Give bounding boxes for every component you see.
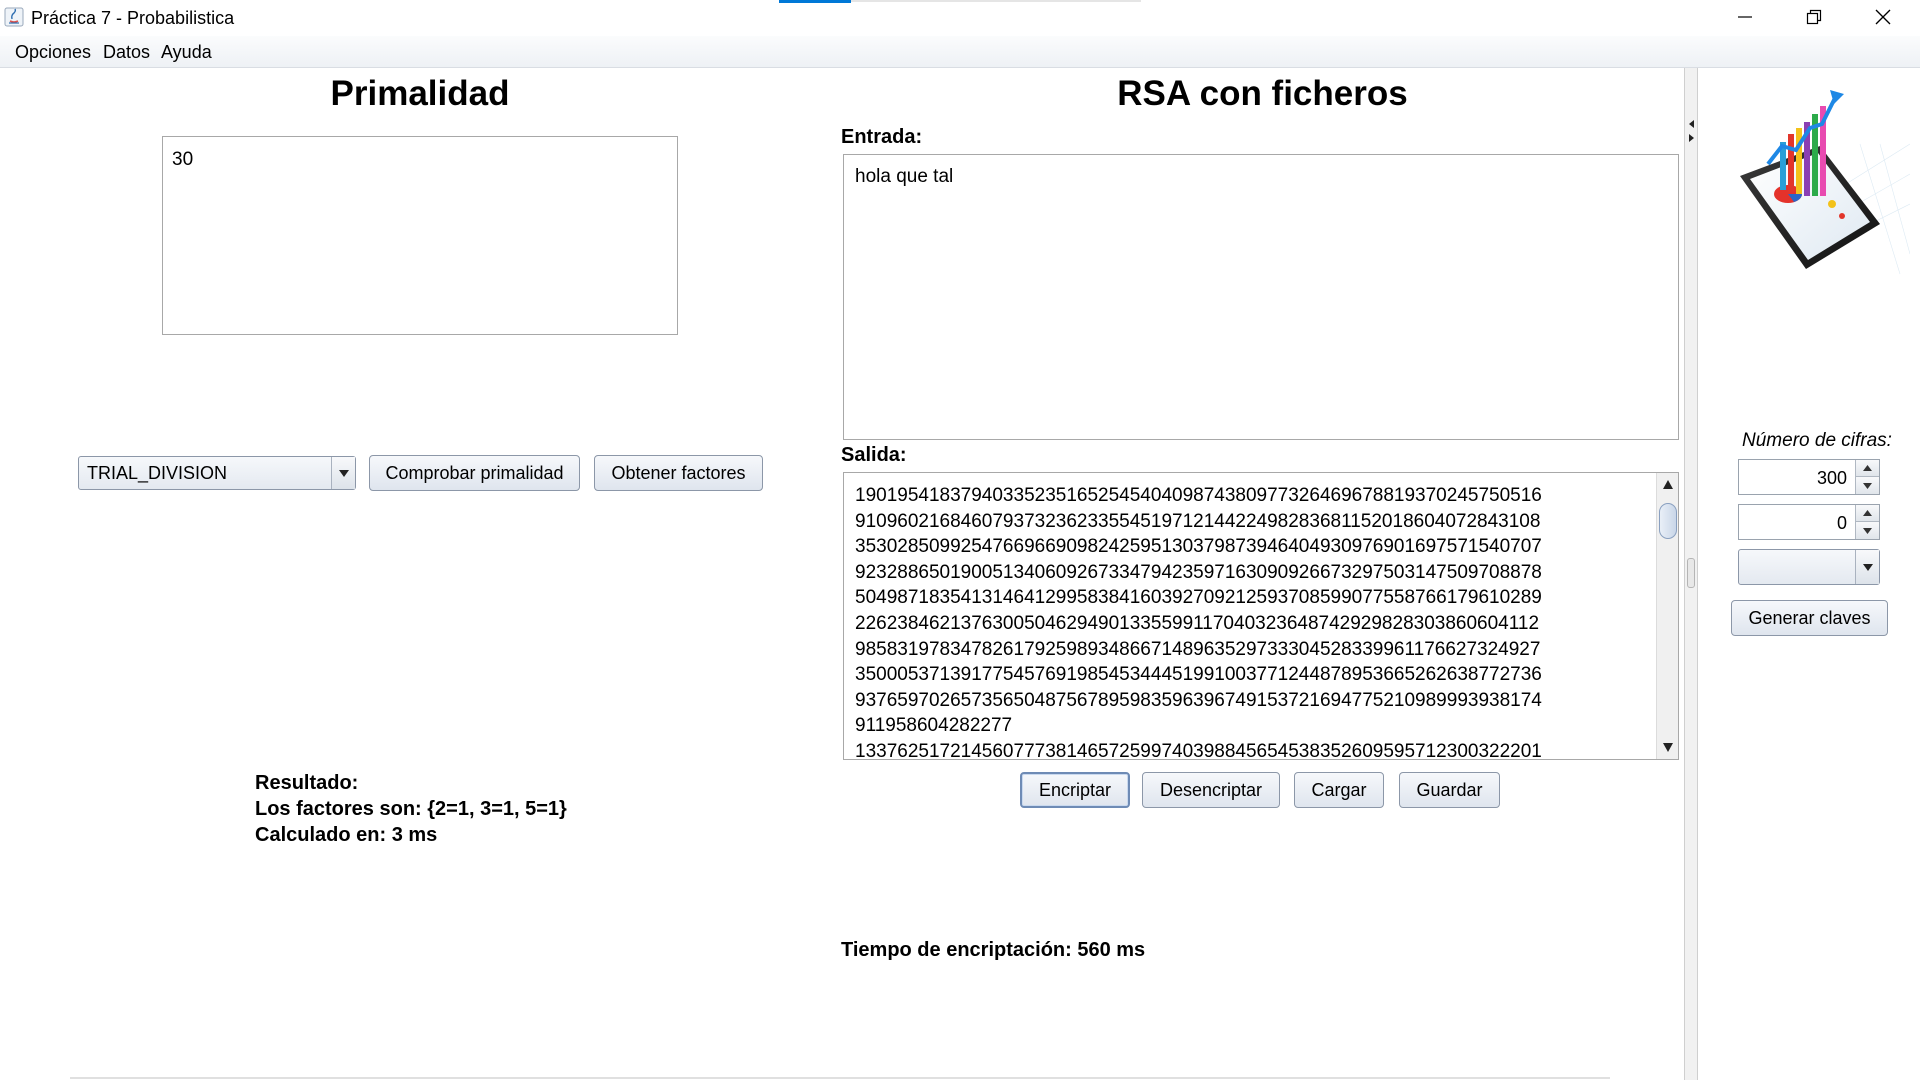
load-button[interactable]: Cargar — [1294, 772, 1384, 808]
second-spinner-buttons — [1855, 505, 1879, 539]
scroll-up-icon[interactable] — [1662, 479, 1674, 491]
output-label: Salida: — [841, 444, 907, 466]
rsa-output[interactable]: 1901954183794033523516525454040987438097… — [843, 472, 1679, 760]
divider-grip[interactable] — [1687, 558, 1695, 588]
title-track — [851, 0, 1141, 2]
input-label: Entrada: — [841, 126, 923, 148]
output-line: 1337625172145607773814657259974039884565… — [855, 740, 1542, 760]
output-line: 1901954183794033523516525454040987438097… — [855, 485, 1542, 506]
rsa-input-value: hola que tal — [855, 166, 954, 187]
rsa-input[interactable]: hola que tal — [843, 154, 1679, 440]
encryption-time: Tiempo de encriptación: 560 ms — [841, 939, 1146, 961]
split-divider[interactable] — [1684, 68, 1698, 1080]
algorithm-select[interactable]: TRIAL_DIVISION — [78, 456, 356, 490]
primalidad-input[interactable]: 30 — [162, 136, 678, 335]
digits-spinner-buttons — [1855, 460, 1879, 494]
bottom-border — [70, 1077, 1610, 1079]
output-line: 911958604282277 — [855, 715, 1013, 737]
second-value: 0 — [1836, 513, 1847, 533]
output-line: 9109602168460793732362335545197121442249… — [855, 510, 1541, 532]
output-line: 9376597026573565048756789598359639674915… — [855, 689, 1542, 711]
algorithm-select-value: TRIAL_DIVISION — [87, 463, 228, 483]
collapse-arrows-icon[interactable] — [1687, 118, 1695, 148]
title-bar: Práctica 7 - Probabilistica — [0, 0, 1920, 36]
scroll-down-icon[interactable] — [1662, 741, 1674, 753]
output-scrollbar[interactable] — [1656, 473, 1678, 759]
output-line: 2262384621376300504629490133559911704032… — [855, 612, 1540, 634]
check-primality-button[interactable]: Comprobar primalidad — [369, 455, 580, 491]
generate-keys-button[interactable]: Generar claves — [1731, 600, 1888, 636]
menu-opciones[interactable]: Opciones — [15, 42, 91, 63]
title-accent — [779, 0, 851, 3]
get-factors-button[interactable]: Obtener factores — [594, 455, 763, 491]
digits-spinner[interactable]: 300 — [1738, 459, 1880, 495]
output-line: 9858319783478261792598934866714896352973… — [855, 638, 1541, 660]
encrypt-button[interactable]: Encriptar — [1020, 772, 1130, 808]
menu-bar: Opciones Datos Ayuda — [0, 36, 1920, 68]
app-window: Práctica 7 - Probabilistica Opciones Dat… — [0, 0, 1920, 1080]
digits-label: Número de cifras: — [1742, 430, 1892, 451]
close-icon — [1875, 9, 1891, 25]
close-button[interactable] — [1848, 0, 1918, 34]
output-line: 9232886501900513406092673347942359716309… — [855, 561, 1542, 583]
rsa-output-text: 1901954183794033523516525454040987438097… — [855, 483, 1655, 760]
spin-down-icon[interactable] — [1856, 522, 1879, 539]
digits-value: 300 — [1816, 468, 1847, 488]
chevron-down-icon[interactable] — [331, 457, 355, 489]
restore-button[interactable] — [1779, 0, 1849, 34]
spin-up-icon[interactable] — [1856, 505, 1879, 522]
chevron-down-icon[interactable] — [1855, 550, 1879, 584]
output-line: 3530285099254766966909824259513037987394… — [855, 536, 1542, 558]
key-select[interactable] — [1738, 549, 1880, 585]
rsa-title: RSA con ficheros — [1117, 74, 1408, 113]
save-button[interactable]: Guardar — [1399, 772, 1500, 808]
primalidad-input-value: 30 — [172, 149, 194, 170]
result-label: Resultado: — [255, 772, 359, 794]
primalidad-title: Primalidad — [330, 74, 510, 113]
output-line: 5049871835413146412995838416039270921259… — [855, 587, 1542, 609]
scroll-thumb[interactable] — [1659, 503, 1677, 539]
menu-datos[interactable]: Datos — [103, 42, 150, 63]
spin-up-icon[interactable] — [1856, 460, 1879, 477]
result-factors: Los factores son: {2=1, 3=1, 5=1} — [255, 798, 567, 820]
window-title: Práctica 7 - Probabilistica — [31, 8, 235, 28]
spin-down-icon[interactable] — [1856, 477, 1879, 494]
result-time: Calculado en: 3 ms — [255, 824, 438, 846]
second-spinner[interactable]: 0 — [1738, 504, 1880, 540]
minimize-icon — [1738, 16, 1752, 18]
java-icon — [4, 7, 24, 27]
chart-tablet-icon — [1740, 90, 1910, 275]
menu-ayuda[interactable]: Ayuda — [161, 42, 212, 63]
decrypt-button[interactable]: Desencriptar — [1142, 772, 1280, 808]
minimize-button[interactable] — [1710, 0, 1780, 34]
restore-icon — [1806, 9, 1822, 25]
output-line: 3500053713917754576919854534445199100377… — [855, 664, 1542, 686]
